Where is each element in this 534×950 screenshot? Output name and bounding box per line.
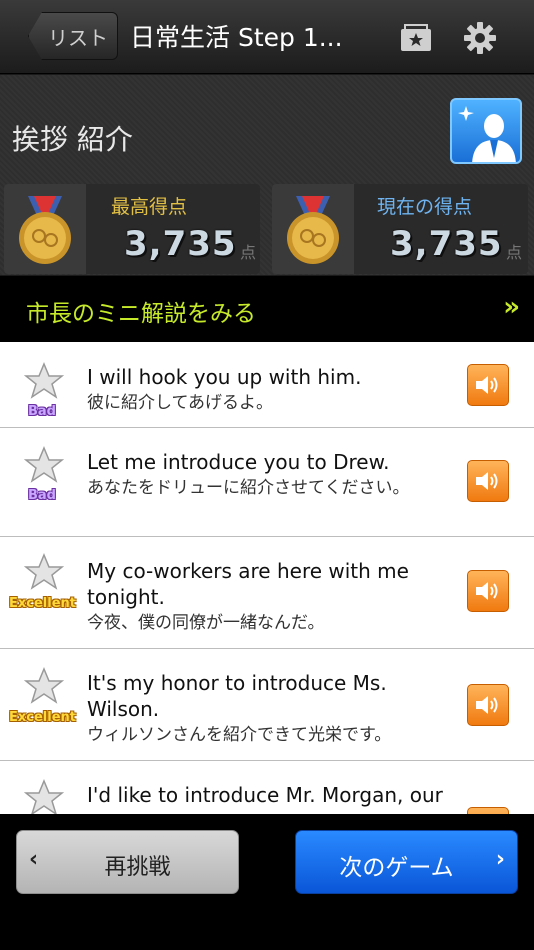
speaker-icon (476, 582, 498, 600)
list-item[interactable]: Excellent It's my honor to introduce Ms.… (0, 649, 534, 761)
next-game-button-label: 次のゲーム (339, 855, 454, 881)
best-score-label: 最高得点 (111, 196, 188, 218)
gold-medal-icon (19, 196, 71, 264)
chevron-right-icon: › (495, 847, 505, 872)
list-item[interactable]: I'd like to introduce Mr. Morgan, our (0, 761, 534, 814)
list-item[interactable]: Bad I will hook you up with him. 彼に紹介してあ… (0, 342, 534, 428)
best-score-unit: 点 (240, 243, 257, 262)
play-sound-button[interactable] (467, 460, 509, 502)
speaker-icon (476, 472, 498, 490)
phrase-english: It's my honor to introduce Ms. Wilson. (87, 671, 387, 721)
bookmark-star-icon[interactable] (396, 18, 436, 58)
phrase-japanese: ウィルソンさんを紹介できて光栄です。 (87, 725, 392, 745)
rating-badge: Bad (28, 404, 56, 419)
phrase-list[interactable]: Bad I will hook you up with him. 彼に紹介してあ… (0, 342, 534, 814)
rating-badge: Excellent (9, 596, 76, 611)
current-score-value: 3,735 (390, 224, 503, 264)
star-icon (24, 446, 64, 483)
speaker-icon (476, 376, 498, 394)
star-icon (24, 667, 64, 704)
page-title: 日常生活 Step 1... (130, 23, 343, 52)
phrase-english: My co-workers are here with me tonight. (87, 559, 409, 609)
current-score-unit: 点 (506, 243, 523, 262)
phrase-japanese: 彼に紹介してあげるよ。 (87, 393, 273, 413)
gear-icon[interactable] (460, 18, 500, 58)
gold-medal-icon (287, 196, 339, 264)
best-score-card: 最高得点 3,735 点 (4, 184, 260, 274)
phrase-english: Let me introduce you to Drew. (87, 450, 390, 474)
rating-badge: Bad (28, 488, 56, 503)
lesson-title: 挨拶 紹介 (12, 123, 133, 156)
play-sound-button[interactable] (467, 807, 509, 814)
play-sound-button[interactable] (467, 684, 509, 726)
mayor-avatar[interactable] (450, 98, 522, 164)
list-item[interactable]: Bad Let me introduce you to Drew. あなたをドリ… (0, 428, 534, 537)
back-button[interactable]: リスト (28, 12, 118, 60)
next-game-button[interactable]: 次のゲーム › (295, 830, 518, 894)
play-sound-button[interactable] (467, 364, 509, 406)
double-chevron-icon: » (503, 292, 520, 322)
mayor-commentary-link[interactable]: 市長のミニ解説をみる » (0, 276, 534, 342)
star-icon (24, 553, 64, 590)
bottom-bar: ‹ 再挑戦 次のゲーム › (0, 814, 534, 950)
medal-area (272, 184, 354, 274)
phrase-japanese: あなたをドリューに紹介させてください。 (87, 478, 410, 498)
back-button-label: リスト (48, 25, 108, 50)
nav-bar: リスト 日常生活 Step 1... (0, 0, 534, 74)
current-score-label: 現在の得点 (377, 196, 473, 218)
commentary-label: 市長のミニ解説をみる (26, 301, 256, 327)
phrase-english: I'd like to introduce Mr. Morgan, our (87, 783, 443, 807)
rating-badge: Excellent (9, 710, 76, 725)
retry-button-label: 再挑戦 (104, 855, 171, 880)
current-score-card: 現在の得点 3,735 点 (272, 184, 528, 274)
phrase-english: I will hook you up with him. (87, 365, 362, 389)
play-sound-button[interactable] (467, 570, 509, 612)
star-icon (24, 362, 64, 399)
medal-area (4, 184, 86, 274)
best-score-value: 3,735 (124, 224, 237, 264)
speaker-icon (476, 696, 498, 714)
phrase-japanese: 今夜、僕の同僚が一緒なんだ。 (87, 613, 325, 633)
list-item[interactable]: Excellent My co-workers are here with me… (0, 537, 534, 649)
mayor-icon (458, 106, 516, 162)
retry-button[interactable]: ‹ 再挑戦 (16, 830, 239, 894)
star-icon (24, 779, 64, 814)
